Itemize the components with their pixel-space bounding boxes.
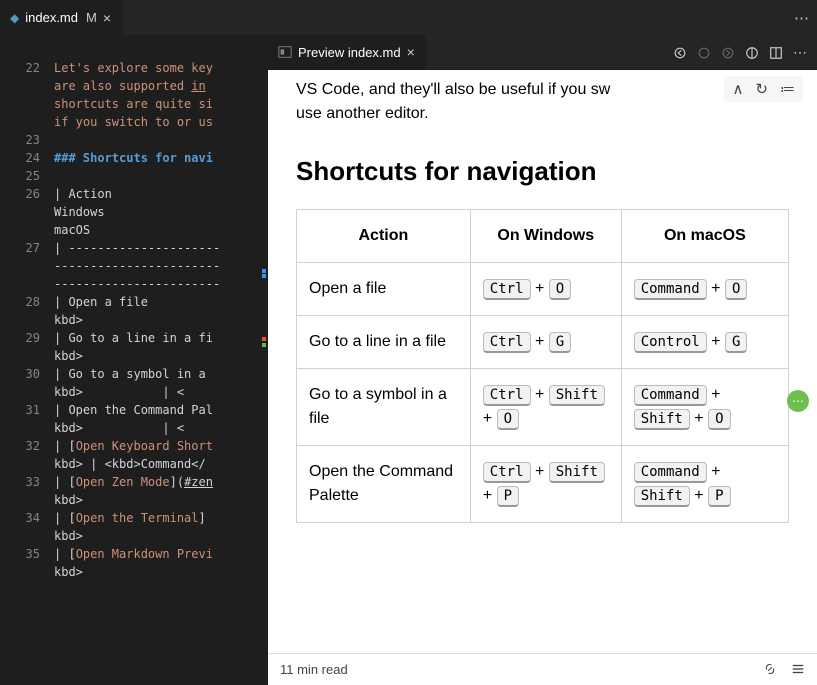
kbd-key: P <box>708 486 730 507</box>
tab-preview-index-md[interactable]: Preview index.md × <box>268 35 426 69</box>
tab-overflow-button[interactable]: ⋯ <box>786 0 817 35</box>
kbd-key: Ctrl <box>483 385 531 406</box>
table-row: Open a fileCtrl + OCommand + O <box>297 263 789 316</box>
table-cell: Ctrl + O <box>470 263 621 316</box>
close-icon[interactable]: × <box>407 44 415 60</box>
kbd-key: Ctrl <box>483 279 531 300</box>
kbd-key: Command <box>634 385 707 406</box>
tab-index-md[interactable]: ◆ index.md M × <box>0 0 122 35</box>
kbd-key: G <box>549 332 571 353</box>
line-number-gutter: 2223242526272829303132333435 <box>0 35 54 685</box>
table-header: On Windows <box>470 210 621 263</box>
nav-back-icon[interactable] <box>673 44 687 60</box>
kbd-key: P <box>497 486 519 507</box>
tab-filename: index.md <box>25 10 78 25</box>
kbd-key: Shift <box>549 385 605 406</box>
refresh-icon[interactable]: ↻ <box>755 80 768 98</box>
kbd-key: Ctrl <box>483 332 531 353</box>
table-row: Open the Command PaletteCtrl + Shift + P… <box>297 446 789 523</box>
kbd-key: O <box>497 409 519 430</box>
table-cell: Control + G <box>621 316 788 369</box>
code-editor[interactable]: 2223242526272829303132333435 Let's explo… <box>0 35 268 685</box>
link-icon[interactable] <box>763 661 777 679</box>
editor-tabbar-left: ◆ index.md M × ⋯ <box>0 0 817 35</box>
table-cell-action: Go to a line in a file <box>297 316 471 369</box>
editor-tabbar-right: Preview index.md × ⋯ <box>268 35 817 70</box>
kbd-key: Shift <box>549 462 605 483</box>
more-icon: ⋯ <box>794 9 809 27</box>
table-header: On macOS <box>621 210 788 263</box>
kbd-key: O <box>549 279 571 300</box>
tab-modified-indicator: M <box>86 10 97 25</box>
tab-filename: Preview index.md <box>298 45 401 60</box>
preview-pane: Preview index.md × ⋯ <box>268 35 817 685</box>
close-icon[interactable]: × <box>103 10 111 26</box>
ellipsis-icon: ⋯ <box>792 394 804 408</box>
markdown-preview[interactable]: ∧ ↻ ≔ VS Code, and they'll also be usefu… <box>268 70 817 653</box>
table-cell: Command + Shift + O <box>621 369 788 446</box>
preview-footer: 11 min read <box>268 653 817 685</box>
shortcuts-table: ActionOn WindowsOn macOSOpen a fileCtrl … <box>296 209 789 523</box>
markdown-file-icon: ◆ <box>10 11 19 25</box>
kbd-key: O <box>708 409 730 430</box>
kbd-key: Control <box>634 332 707 353</box>
diff-icon[interactable] <box>745 44 759 60</box>
kbd-key: Shift <box>634 409 690 430</box>
table-cell: Command + Shift + P <box>621 446 788 523</box>
read-time-label: 11 min read <box>280 662 348 677</box>
preview-content[interactable]: VS Code, and they'll also be useful if y… <box>268 70 817 653</box>
kbd-key: Command <box>634 279 707 300</box>
intro-text: VS Code, and they'll also be useful if y… <box>296 81 610 98</box>
minimap[interactable] <box>254 35 268 685</box>
preview-file-icon <box>278 45 292 60</box>
table-row: Go to a symbol in a fileCtrl + Shift + O… <box>297 369 789 446</box>
table-header: Action <box>297 210 471 263</box>
table-cell-action: Open the Command Palette <box>297 446 471 523</box>
kbd-key: G <box>725 332 747 353</box>
preview-floating-toolbar: ∧ ↻ ≔ <box>724 76 803 102</box>
table-row: Go to a line in a fileCtrl + GControl + … <box>297 316 789 369</box>
scroll-top-icon[interactable]: ∧ <box>732 80 743 98</box>
outline-icon[interactable]: ≔ <box>780 80 795 98</box>
kbd-key: O <box>725 279 747 300</box>
table-cell: Ctrl + Shift + O <box>470 369 621 446</box>
table-cell: Ctrl + Shift + P <box>470 446 621 523</box>
split-editor-icon[interactable] <box>769 44 783 60</box>
table-cell: Ctrl + G <box>470 316 621 369</box>
editor-toolbar: ⋯ <box>663 35 817 69</box>
kbd-key: Command <box>634 462 707 483</box>
kbd-key: Shift <box>634 486 690 507</box>
nav-forward-icon[interactable] <box>697 44 711 60</box>
kbd-key: Ctrl <box>483 462 531 483</box>
table-cell-action: Open a file <box>297 263 471 316</box>
h3-shortcuts-nav: Shortcuts for navigation <box>296 152 789 191</box>
more-icon[interactable]: ⋯ <box>793 44 807 61</box>
table-cell: Command + O <box>621 263 788 316</box>
intro-text: use another editor. <box>296 105 429 122</box>
nav-forward-icon[interactable] <box>721 44 735 60</box>
table-cell-action: Go to a symbol in a file <box>297 369 471 446</box>
code-content[interactable]: Let's explore some keyare also supported… <box>54 35 220 685</box>
editor-pane: 2223242526272829303132333435 Let's explo… <box>0 35 268 685</box>
floating-action-badge[interactable]: ⋯ <box>787 390 809 412</box>
menu-icon[interactable] <box>791 661 805 679</box>
